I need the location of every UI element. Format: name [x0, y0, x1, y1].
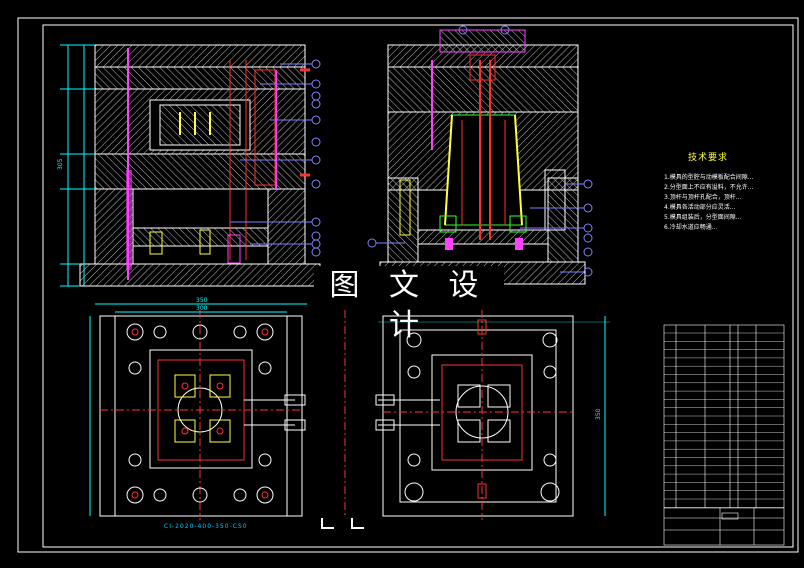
- bom-rows: [664, 332, 784, 508]
- watermark-label: 图 文 设 计: [314, 266, 504, 343]
- note-line: 1.模具的型腔与动模板配合间隙...: [664, 174, 754, 181]
- section-view-left: 305: [57, 44, 321, 287]
- note-line: 2.分型面上不应有溢料，不允许...: [664, 184, 754, 191]
- section-view-right: [379, 29, 586, 285]
- note-line: 3.顶杆与顶杆孔配合，顶杆...: [664, 194, 742, 201]
- note-line: 6.冷却水道应畅通...: [664, 224, 718, 231]
- note-line: 4.模具各活动部分应灵活...: [664, 204, 736, 211]
- title-block: [664, 507, 784, 545]
- plan-view-left: 350 300: [89, 297, 307, 520]
- svg-text:350: 350: [595, 408, 602, 420]
- technical-requirements-title: 技术要求: [688, 153, 729, 163]
- note-line: 5.模具组装后，分型面间隙...: [664, 214, 742, 221]
- svg-text:300: 300: [196, 305, 208, 312]
- svg-text:350: 350: [196, 297, 208, 304]
- drawing-caption: CI-2020-400-350-CS0: [164, 523, 248, 530]
- svg-text:305: 305: [57, 158, 64, 170]
- section-marks: [321, 518, 364, 529]
